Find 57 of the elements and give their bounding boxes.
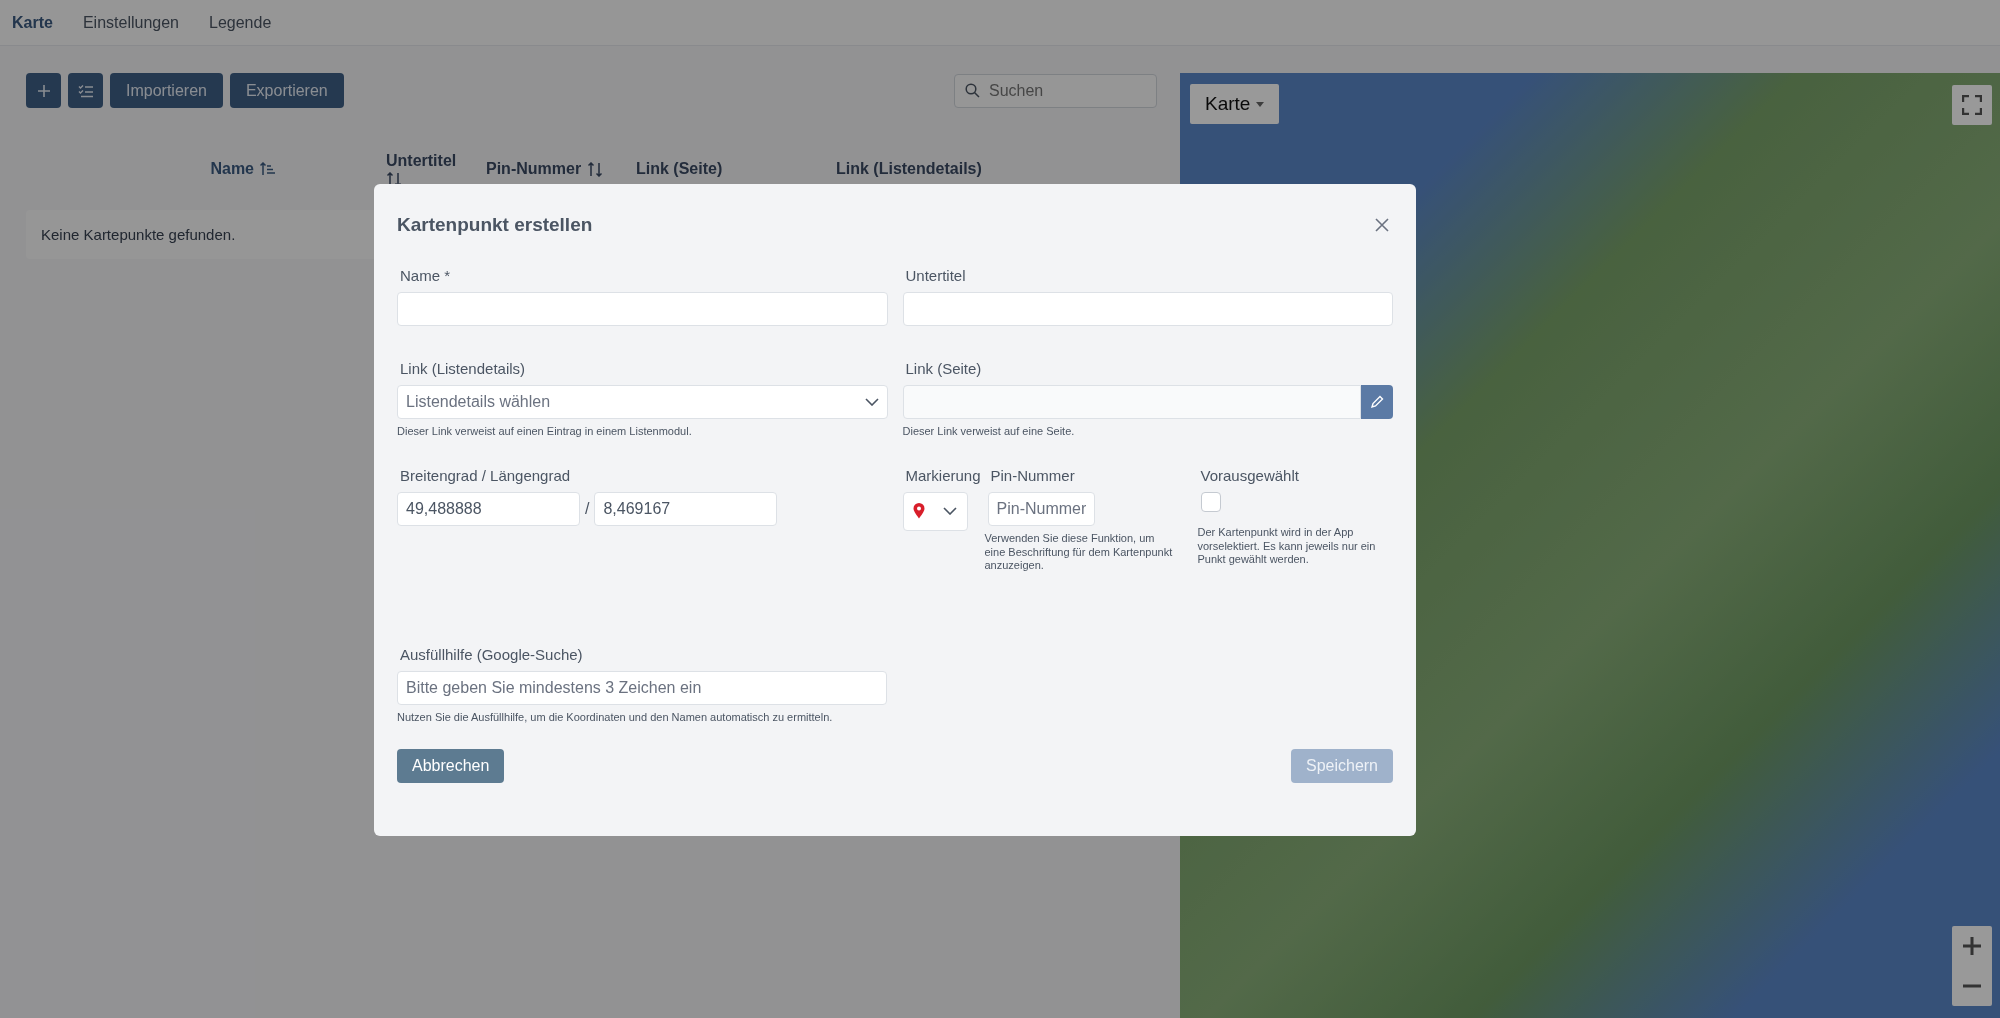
nav-tab[interactable]: Einstellungen: [82, 13, 179, 32]
field-label: Vorausgewählt: [1200, 466, 1300, 484]
column-header[interactable]: Untertitel: [386, 151, 457, 170]
help-text: Verwenden Sie diese Funktion, um eine Beschriftung für dem Kartenpunkt anzuzeigen.: [984, 531, 1174, 573]
fullscreen-icon: [1962, 95, 1982, 115]
chevron-down-icon: [864, 398, 879, 406]
field-label: Breitengrad / Längengrad: [400, 466, 572, 484]
field-label: Link (Listendetails): [400, 360, 527, 377]
name-field[interactable]: [397, 292, 888, 326]
sort-ascending-icon[interactable]: [260, 162, 276, 176]
subtitle-field[interactable]: [902, 292, 1393, 326]
add-button[interactable]: [26, 73, 61, 108]
longitude-field[interactable]: 8,469167: [594, 491, 778, 526]
page-link-field[interactable]: [902, 385, 1362, 419]
toolbar-button[interactable]: Importieren: [110, 73, 223, 108]
map-pin-icon: [912, 503, 925, 520]
help-text: Dieser Link verweist auf einen Eintrag in einem Listenmodul.: [397, 425, 693, 439]
help-text: Nutzen Sie die Ausfüllhilfe, um die Koordinaten und den Namen automatisch zu ermitteln.: [397, 710, 834, 725]
toolbar-button[interactable]: Exportieren: [229, 73, 344, 108]
search-icon: [965, 83, 980, 98]
fullscreen-button[interactable]: [1952, 85, 1992, 125]
chevron-down-icon: [943, 507, 958, 516]
checklist-button[interactable]: [68, 73, 103, 108]
field-label: Pin-Nummer: [990, 466, 1076, 484]
latitude-field[interactable]: 49,488888: [397, 491, 580, 526]
autocomplete-field[interactable]: Bitte geben Sie mindestens 3 Zeichen ein: [397, 670, 887, 705]
help-text: Dieser Link verweist auf eine Seite.: [902, 425, 1076, 439]
field-label: Markierung: [905, 466, 982, 484]
field-label: Untertitel: [905, 267, 967, 284]
edit-button[interactable]: [1361, 385, 1393, 419]
plus-icon: [1963, 937, 1981, 955]
pin-number-field[interactable]: Pin-Nummer: [987, 491, 1095, 526]
map-type-dropdown[interactable]: Karte: [1190, 84, 1280, 124]
minus-icon: [1963, 984, 1981, 988]
checklist-icon: [77, 83, 94, 98]
preselected-checkbox[interactable]: [1200, 491, 1221, 512]
pencil-icon: [1370, 395, 1385, 409]
separator: /: [585, 499, 590, 518]
caret-icon: [1256, 101, 1265, 107]
nav-tab[interactable]: Karte: [12, 13, 53, 32]
marker-dropdown[interactable]: [902, 491, 968, 531]
plus-icon: [36, 83, 51, 98]
cancel-button[interactable]: Abbrechen: [397, 748, 505, 783]
field-label: Ausfüllhilfe (Google-Suche): [400, 645, 584, 663]
nav-tab[interactable]: Legende: [209, 13, 272, 32]
field-label: Link (Seite): [905, 360, 983, 377]
help-text: Der Kartenpunkt wird in der App vorselektiert. Es kann jeweils nur ein Punkt gewählt werden.: [1197, 525, 1377, 567]
dialog-title: Kartenpunkt erstellen: [397, 214, 593, 236]
sort-icon[interactable]: [386, 171, 402, 187]
field-label: Name *: [400, 267, 452, 284]
search-field[interactable]: Suchen: [954, 73, 1157, 108]
column-header[interactable]: Pin-Nummer: [486, 160, 582, 178]
column-header[interactable]: Name: [210, 160, 254, 178]
list-details-dropdown[interactable]: Listendetails wählen: [397, 385, 888, 419]
search-input[interactable]: Suchen: [987, 80, 1141, 101]
column-header[interactable]: Link (Listendetails): [836, 160, 982, 178]
column-header[interactable]: Link (Seite): [636, 160, 723, 178]
